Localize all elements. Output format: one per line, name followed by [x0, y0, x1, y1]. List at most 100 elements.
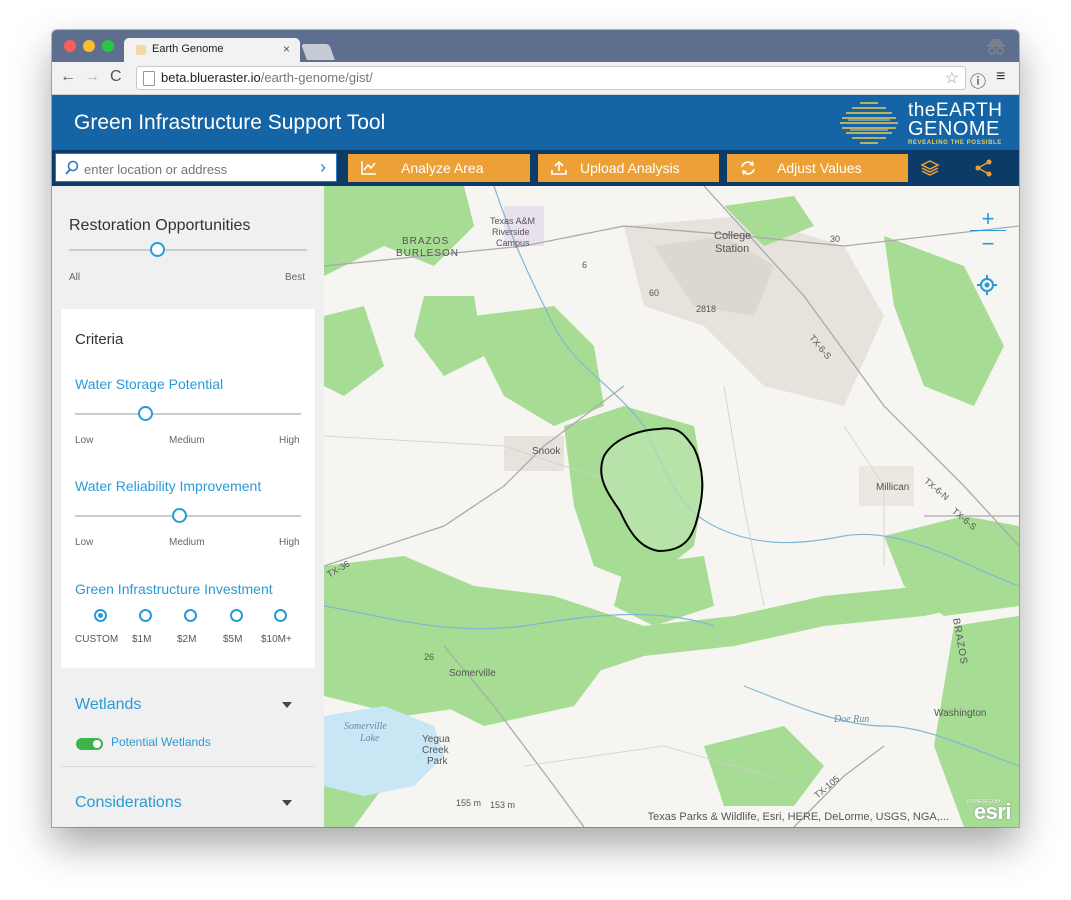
page-icon	[143, 71, 155, 86]
water-reliability-slider-handle[interactable]	[171, 508, 187, 523]
zoom-controls: + −	[970, 206, 1006, 260]
map-label-route-60: 60	[649, 288, 660, 298]
restoration-min-label: All	[69, 272, 81, 283]
map-label-yegua-creek-park: Creek	[422, 745, 449, 756]
analyze-area-label: Analyze Area	[401, 160, 484, 176]
map-label-college-station: College	[714, 230, 752, 242]
map-attribution: Texas Parks & Wildlife, Esri, HERE, DeLo…	[647, 811, 949, 823]
search-icon	[65, 160, 79, 175]
esri-logo[interactable]: esri	[974, 799, 1012, 825]
share-icon[interactable]	[974, 158, 994, 178]
investment-option-label: $5M	[223, 634, 243, 645]
map-label-somerville: Somerville	[449, 668, 496, 679]
map-label-brazos: BRAZOS	[402, 236, 450, 247]
adjust-values-button[interactable]: Adjust Values	[727, 154, 908, 182]
minimize-window-button[interactable]	[83, 40, 95, 52]
water-reliability-slider-track[interactable]	[75, 515, 301, 517]
water-storage-slider-track[interactable]	[75, 413, 301, 415]
investment-radio-custom[interactable]	[94, 609, 107, 622]
browser-tab[interactable]: Earth Genome ×	[124, 38, 300, 62]
tab-close-icon[interactable]: ×	[283, 42, 290, 56]
browser-window: Earth Genome × ← → C beta.blueraster.io/…	[52, 30, 1019, 827]
water-reliability-label: Water Reliability Improvement	[75, 478, 262, 494]
reload-icon[interactable]: C	[110, 68, 122, 86]
address-bar[interactable]: beta.blueraster.io/earth-genome/gist/ ☆	[136, 66, 966, 90]
investment-radio-5m[interactable]	[230, 609, 243, 622]
new-tab-button[interactable]	[301, 44, 335, 60]
earth-genome-logo: theEARTH GENOME REVEALING THE POSSIBLE	[838, 98, 1013, 148]
map-label-college-station: Station	[715, 243, 750, 255]
layers-icon[interactable]	[920, 158, 940, 178]
map-label-elevation: 153 m	[490, 800, 516, 810]
considerations-chevron-down-icon[interactable]	[282, 800, 292, 806]
investment-radio-10m[interactable]	[274, 609, 287, 622]
map-basemap	[324, 186, 1019, 827]
potential-wetlands-label: Potential Wetlands	[111, 735, 211, 749]
map-label-tamu: Riverside	[492, 227, 530, 237]
water-storage-slider-handle[interactable]	[138, 406, 154, 421]
map-view[interactable]: BRAZOS BURLESON Texas A&M Riverside Camp…	[324, 186, 1019, 827]
sidebar: Restoration Opportunities All Best Crite…	[52, 186, 324, 827]
bookmark-star-icon[interactable]: ☆	[945, 68, 959, 88]
map-label-somerville-lake: Lake	[360, 733, 380, 744]
back-icon[interactable]: ←	[60, 68, 76, 86]
map-label-elevation: 155 m	[456, 798, 482, 808]
map-label-route-6: 6	[582, 260, 588, 270]
map-label-washington: Washington	[934, 708, 987, 719]
upload-analysis-label: Upload Analysis	[580, 160, 680, 176]
close-window-button[interactable]	[64, 40, 76, 52]
investment-option-label: $1M	[132, 634, 152, 645]
water-storage-low: Low	[75, 435, 94, 446]
upload-analysis-button[interactable]: Upload Analysis	[538, 154, 719, 182]
investment-radio-1m[interactable]	[139, 609, 152, 622]
map-label-route-30: 30	[830, 234, 841, 244]
globe-lines-icon	[840, 102, 898, 144]
analyze-area-button[interactable]: Analyze Area	[348, 154, 530, 182]
favicon-icon	[136, 45, 146, 55]
water-reliability-high: High	[279, 537, 300, 548]
wetlands-section-title[interactable]: Wetlands	[75, 696, 141, 714]
maximize-window-button[interactable]	[102, 40, 114, 52]
zoom-out-button[interactable]: −	[970, 230, 1006, 257]
water-reliability-low: Low	[75, 537, 94, 548]
map-label-tamu: Campus	[496, 238, 530, 248]
refresh-icon	[741, 161, 755, 175]
map-label-route-26: 26	[424, 652, 435, 662]
search-input[interactable]	[82, 159, 306, 179]
adjust-values-label: Adjust Values	[777, 160, 862, 176]
map-label-yegua-creek-park: Park	[427, 756, 448, 767]
potential-wetlands-toggle[interactable]	[76, 738, 103, 750]
map-label-burleson: BURLESON	[396, 248, 460, 259]
location-search: ›	[55, 153, 337, 182]
restoration-max-label: Best	[285, 272, 306, 283]
wetlands-chevron-down-icon[interactable]	[282, 702, 292, 708]
zoom-in-button[interactable]: +	[970, 206, 1006, 232]
restoration-slider-track[interactable]	[69, 249, 307, 251]
info-icon[interactable]: ⓘ	[970, 68, 986, 92]
criteria-panel: Criteria Water Storage Potential Low Med…	[61, 309, 315, 668]
forward-icon[interactable]: →	[84, 68, 100, 86]
url-text: beta.blueraster.io/earth-genome/gist/	[161, 70, 373, 85]
investment-option-label: CUSTOM	[75, 634, 119, 645]
chart-icon	[361, 161, 376, 175]
logo-tagline: REVEALING THE POSSIBLE	[908, 140, 1002, 146]
considerations-section-title[interactable]: Considerations	[75, 794, 182, 812]
water-reliability-medium: Medium	[169, 537, 205, 548]
browser-toolbar: ← → C beta.blueraster.io/earth-genome/gi…	[52, 62, 1019, 95]
map-label-yegua-creek-park: Yegua	[422, 734, 450, 745]
section-divider	[61, 766, 315, 767]
menu-icon[interactable]: ≡	[996, 68, 1005, 86]
incognito-icon	[987, 39, 1005, 55]
criteria-title: Criteria	[75, 331, 124, 348]
investment-label: Green Infrastructure Investment	[75, 581, 273, 597]
investment-option-label: $2M	[177, 634, 197, 645]
map-label-snook: Snook	[532, 446, 561, 457]
restoration-title: Restoration Opportunities	[69, 217, 251, 234]
water-storage-medium: Medium	[169, 435, 205, 446]
search-go-icon[interactable]: ›	[320, 157, 326, 178]
investment-radio-2m[interactable]	[184, 609, 197, 622]
restoration-slider-handle[interactable]	[150, 242, 166, 257]
locate-me-icon[interactable]	[976, 274, 998, 296]
action-bar: › Analyze Area Upload Analysis	[52, 150, 1019, 186]
investment-option-label: $10M+	[261, 634, 292, 645]
